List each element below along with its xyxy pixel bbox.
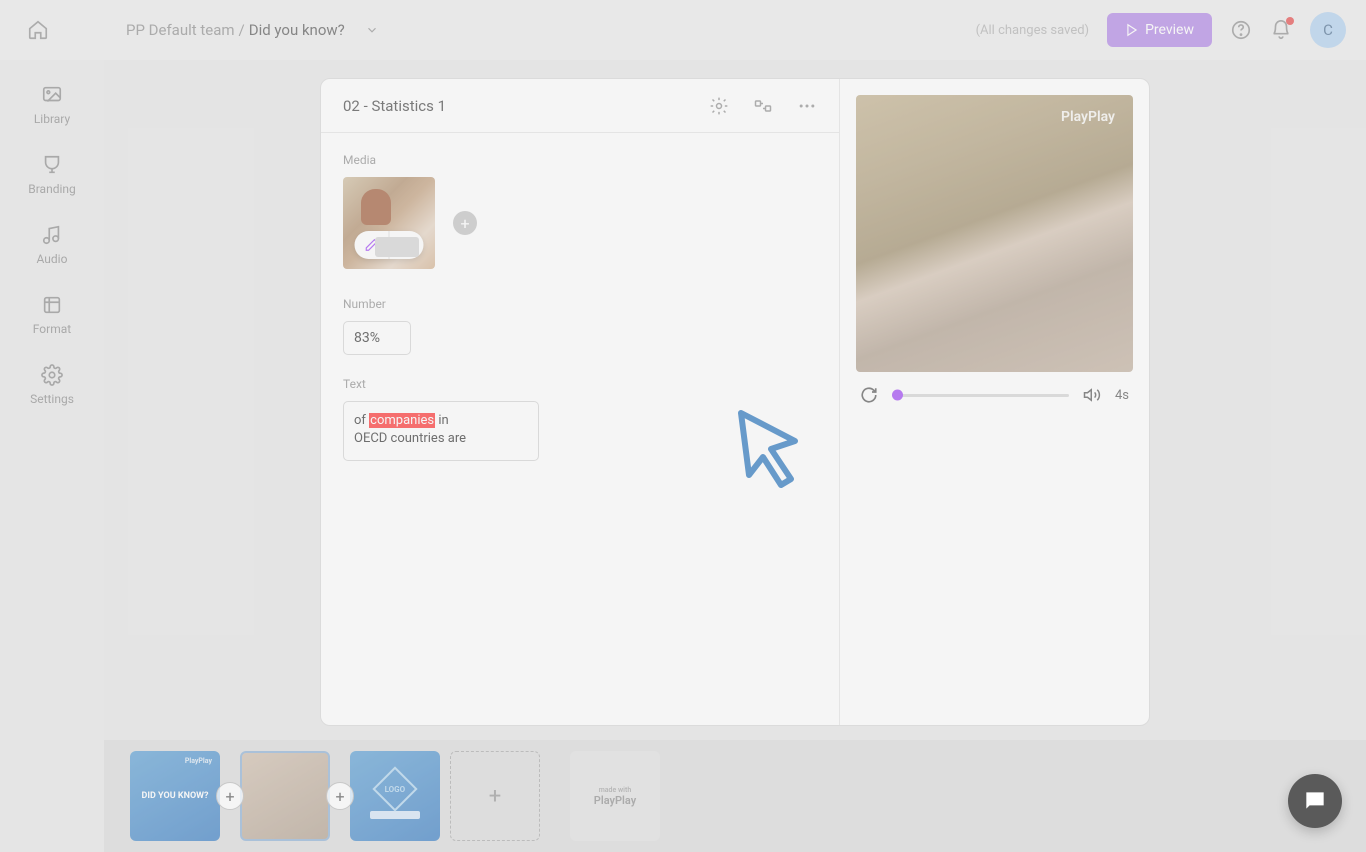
sidebar-item-label: Library [34,112,70,126]
preview-brand: PlayPlay [1061,109,1115,125]
home-button[interactable] [20,12,56,48]
sidebar-item-label: Audio [37,252,68,266]
add-slide-card[interactable]: + [450,751,540,841]
media-label: Media [343,153,817,167]
cursor-pointer-graphic [733,407,813,493]
delete-media-button[interactable] [390,231,424,259]
timeline-slide-2[interactable] [240,751,330,841]
add-media-button[interactable]: + [453,211,477,235]
save-status: (All changes saved) [976,23,1089,38]
gear-icon[interactable] [709,96,729,116]
number-label: Number [343,297,817,311]
breadcrumb: PP Default team / Did you know? [126,21,379,39]
editor-card: 02 - Statistics 1 Media + [320,78,1150,726]
breadcrumb-current[interactable]: Did you know? [249,21,345,39]
edit-media-button[interactable] [355,231,390,259]
help-icon[interactable] [1230,19,1252,41]
timeline: DID YOU KNOW? PlayPlay + + LOGO + made w… [104,740,1366,852]
sidebar-item-format[interactable]: Format [33,294,71,336]
timeline-slide-outro[interactable]: made with PlayPlay [570,751,660,841]
replay-icon[interactable] [860,386,878,404]
notifications-icon[interactable] [1270,19,1292,41]
scene-title: 02 - Statistics 1 [343,97,446,115]
preview-duration: 4s [1115,388,1129,403]
volume-icon[interactable] [1083,386,1101,404]
preview-button[interactable]: Preview [1107,13,1212,47]
sidebar-item-settings[interactable]: Settings [30,364,74,406]
timeline-slide-1[interactable]: DID YOU KNOW? PlayPlay [130,751,220,841]
timeline-slide-3[interactable]: LOGO [350,751,440,841]
scene-preview: PlayPlay [856,95,1133,372]
notification-dot [1286,17,1294,25]
text-label: Text [343,377,817,391]
add-slide-button[interactable]: + [326,782,354,810]
text-input[interactable]: of companies in OECD countries are [343,401,539,461]
transition-icon[interactable] [753,96,773,116]
sidebar-item-label: Branding [28,182,76,196]
sidebar-item-library[interactable]: Library [34,84,70,126]
sidebar-item-audio[interactable]: Audio [37,224,68,266]
scrubber-thumb[interactable] [892,390,903,401]
preview-scrubber[interactable] [892,394,1069,397]
highlighted-text: companies [369,413,435,428]
sidebar-item-label: Settings [30,392,74,406]
breadcrumb-sep: / [239,21,245,39]
breadcrumb-team[interactable]: PP Default team [126,21,235,39]
media-thumbnail[interactable] [343,177,435,269]
sidebar-item-label: Format [33,322,71,336]
more-icon[interactable] [797,96,817,116]
chevron-down-icon[interactable] [365,23,379,37]
preview-button-label: Preview [1145,22,1194,38]
chat-launcher[interactable] [1288,774,1342,828]
number-input[interactable] [343,321,411,355]
add-slide-button[interactable]: + [216,782,244,810]
avatar[interactable]: C [1310,12,1346,48]
sidebar-item-branding[interactable]: Branding [28,154,76,196]
